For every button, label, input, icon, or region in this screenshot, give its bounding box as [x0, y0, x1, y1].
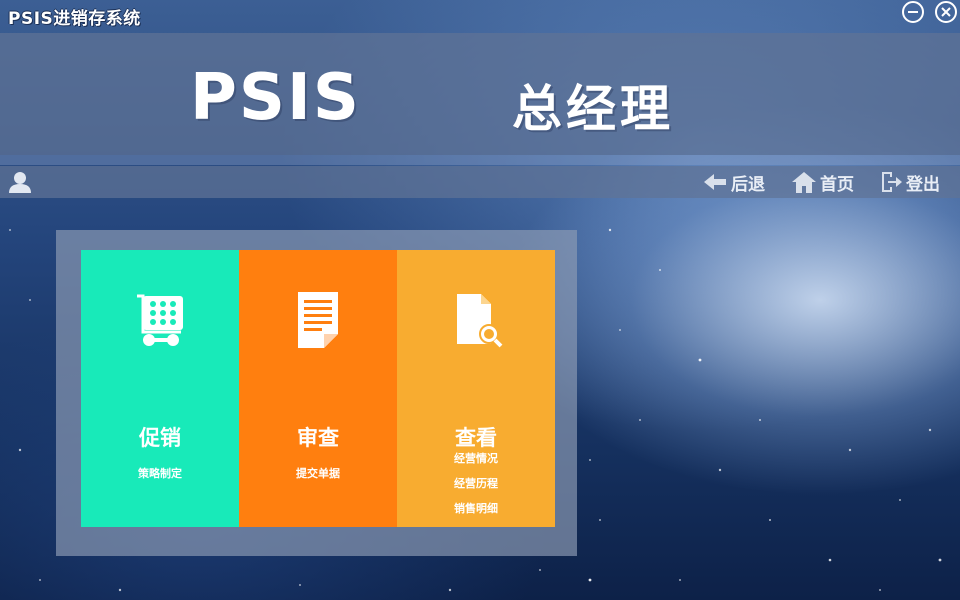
tile-view[interactable]: 查看 经营情况 经营历程 销售明细	[397, 250, 555, 527]
home-button[interactable]: 首页	[791, 169, 854, 195]
nav-bar: 后退 首页 登出	[0, 166, 960, 198]
tile-view-title: 查看	[455, 425, 497, 450]
function-panel: 促销 策略制定 审查 提交单据 查看 经营情况 经营历程 销售明细	[56, 230, 577, 556]
minimize-button[interactable]	[902, 1, 924, 23]
house-icon	[792, 172, 816, 193]
minus-circle-icon	[908, 11, 918, 13]
arrow-left-icon	[704, 174, 726, 190]
back-label: 后退	[731, 174, 765, 195]
app-title: PSIS进销存系统	[8, 9, 141, 29]
tile-promotion[interactable]: 促销 策略制定	[81, 250, 239, 527]
cart-icon	[137, 294, 183, 346]
tile-view-sub-2: 经营历程	[454, 477, 498, 490]
tile-promotion-sub-1: 策略制定	[138, 467, 182, 480]
header-banner: PSIS 总经理	[0, 33, 960, 155]
user-button[interactable]	[6, 170, 34, 198]
tile-promotion-title: 促销	[139, 425, 181, 450]
logout-button[interactable]: 登出	[879, 169, 940, 195]
exit-icon	[882, 172, 902, 192]
divider	[0, 155, 960, 165]
role-title: 总经理	[512, 79, 674, 138]
x-circle-icon	[941, 7, 951, 17]
file-search-icon	[457, 294, 503, 348]
user-icon	[9, 172, 31, 193]
tile-review-sub-1: 提交单据	[296, 467, 340, 480]
tile-view-sub-1: 经营情况	[454, 452, 498, 465]
tile-view-sub-3: 销售明细	[454, 502, 498, 515]
home-label: 首页	[820, 174, 854, 195]
document-icon	[298, 292, 338, 348]
back-button[interactable]: 后退	[702, 169, 765, 195]
logout-label: 登出	[906, 174, 940, 195]
tile-review[interactable]: 审查 提交单据	[239, 250, 397, 527]
tile-review-title: 审查	[297, 425, 339, 450]
brand-logo-text: PSIS	[190, 61, 361, 135]
close-button[interactable]	[935, 1, 957, 23]
title-bar: PSIS进销存系统	[0, 0, 960, 32]
